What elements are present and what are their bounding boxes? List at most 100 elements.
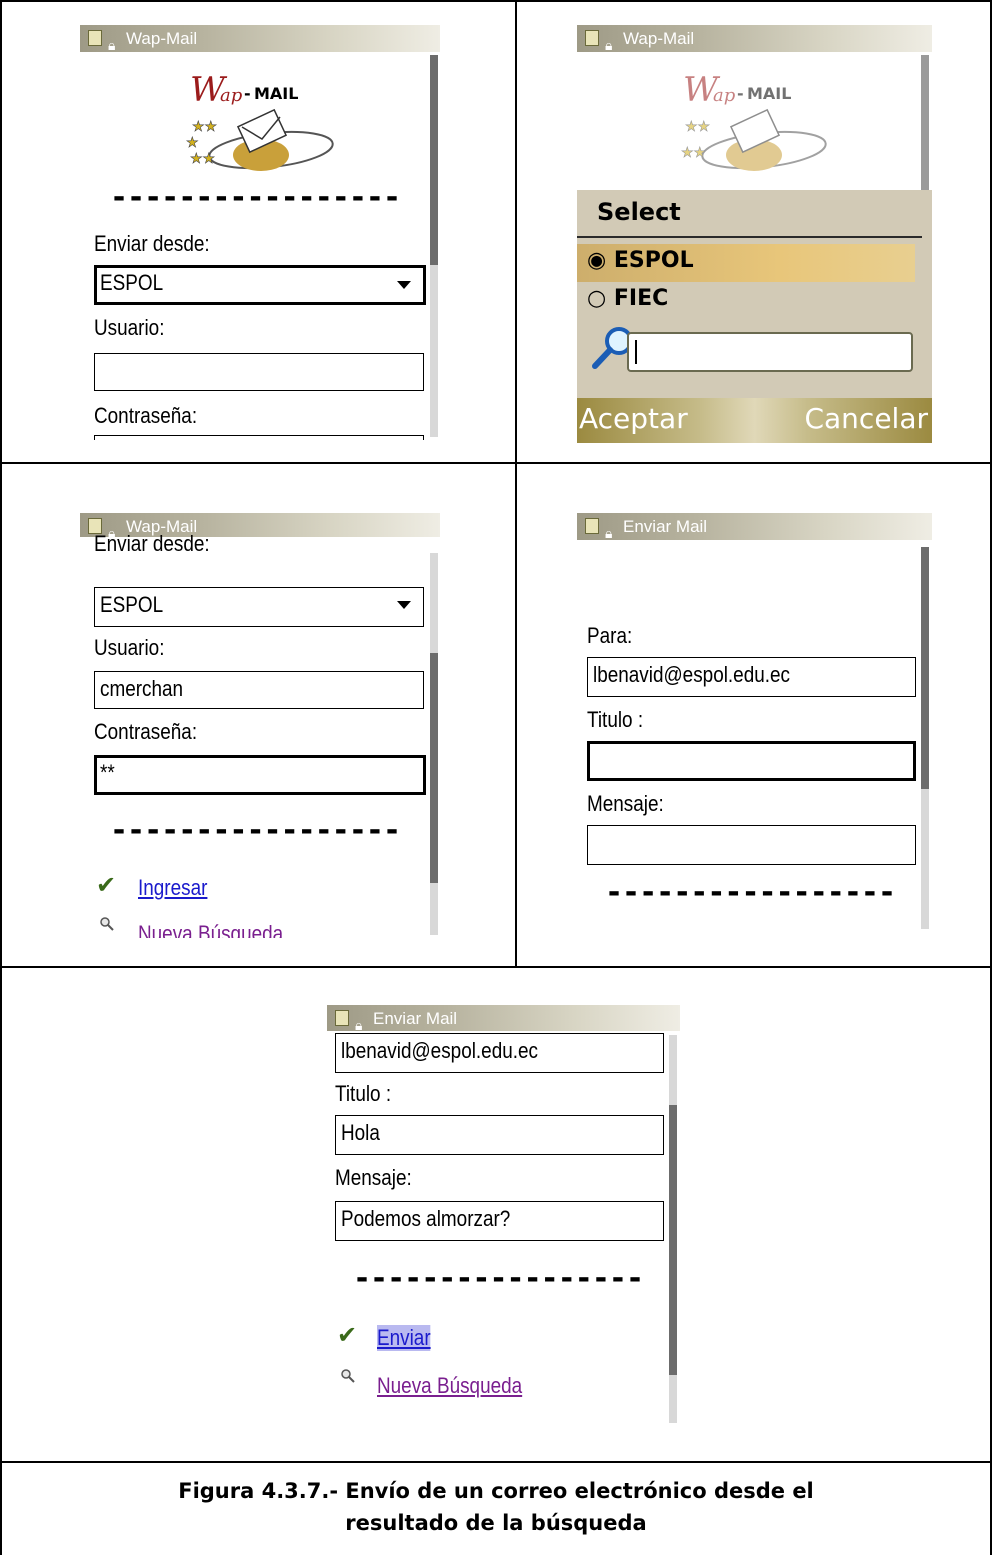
scrollbar[interactable]	[921, 547, 929, 929]
svg-text:-: -	[737, 84, 744, 103]
subject-input[interactable]	[587, 741, 916, 781]
app-icon	[88, 30, 102, 46]
radio-selected-icon: ◉	[587, 248, 607, 273]
message-value: Podemos almorzar?	[341, 1206, 511, 1231]
password-value: **	[100, 760, 115, 785]
scrollbar-thumb[interactable]	[669, 1105, 677, 1375]
window-title: Wap-Mail	[126, 29, 198, 48]
title-bar: 🔒︎ Enviar Mail	[577, 513, 932, 541]
user-input[interactable]: cmerchan	[94, 671, 424, 709]
send-link[interactable]: Enviar	[377, 1325, 431, 1351]
to-value: lbenavid@espol.edu.ec	[341, 1038, 538, 1063]
message-label: Mensaje:	[587, 791, 664, 816]
svg-text:ap: ap	[713, 85, 736, 106]
password-input[interactable]: **	[94, 755, 426, 795]
check-icon: ✔	[96, 871, 117, 899]
scrollbar-thumb[interactable]	[430, 55, 438, 265]
table-row-divider	[0, 966, 992, 968]
svg-text:MAIL: MAIL	[747, 84, 791, 103]
user-value: cmerchan	[100, 676, 184, 701]
separator-dashes: -----------------	[110, 180, 401, 215]
title-bar: 🔒︎ Enviar Mail	[327, 1005, 680, 1033]
app-icon	[585, 30, 599, 46]
send-from-select[interactable]: ESPOL	[94, 265, 426, 305]
title-bar: 🔒︎ Wap-Mail	[80, 25, 440, 53]
send-from-value: ESPOL	[100, 592, 164, 617]
user-label: Usuario:	[94, 315, 165, 340]
subject-input[interactable]: Hola	[335, 1115, 664, 1155]
table-border-top	[0, 0, 992, 2]
password-input-partial[interactable]	[94, 435, 424, 440]
lock-icon: 🔒︎	[605, 525, 613, 541]
send-from-label: Enviar desde:	[94, 531, 210, 556]
to-label: Para:	[587, 623, 633, 648]
window-title: Wap-Mail	[623, 29, 695, 48]
table-row-divider	[0, 462, 992, 464]
scrollbar-thumb[interactable]	[921, 55, 929, 195]
scrollbar-thumb[interactable]	[921, 547, 929, 789]
login-link[interactable]: Ingresar	[138, 875, 207, 901]
scrollbar[interactable]	[430, 55, 438, 437]
scrollbar[interactable]	[921, 55, 929, 195]
user-input[interactable]	[94, 353, 424, 391]
check-icon: ✔	[337, 1321, 358, 1349]
select-dialog: Select ◉ ESPOL ○ FIEC	[577, 190, 932, 398]
title-bar: 🔒︎ Wap-Mail	[577, 25, 932, 53]
option-espol[interactable]: ◉ ESPOL	[587, 248, 694, 273]
svg-text:★★: ★★	[685, 119, 710, 135]
message-input[interactable]	[587, 825, 916, 865]
scrollbar-thumb[interactable]	[430, 653, 438, 883]
subject-label: Titulo :	[587, 707, 644, 732]
separator-dashes: -----------------	[110, 813, 401, 848]
subject-value: Hola	[341, 1120, 380, 1145]
app-icon	[585, 518, 599, 534]
subject-label: Titulo :	[335, 1081, 392, 1106]
softkey-cancel[interactable]: Cancelar	[804, 402, 928, 435]
scrollbar[interactable]	[669, 1035, 677, 1423]
svg-text:★★: ★★	[681, 145, 706, 161]
app-icon	[335, 1010, 349, 1026]
phone-screen-select: 🔒︎ Wap-Mail W ap - MAIL ★★ ★★ Select ◉ E…	[577, 25, 932, 443]
to-input[interactable]: lbenavid@espol.edu.ec	[587, 657, 916, 697]
phone-screen-login-filled: 🔒︎ Wap-Mail Enviar desde: ESPOL Usuario:…	[80, 513, 440, 938]
phone-screen-login: 🔒︎ Wap-Mail W ap - MAIL ★★ ★ ★★ --------…	[80, 25, 440, 440]
select-dialog-title: Select	[597, 198, 681, 226]
scrollbar[interactable]	[430, 553, 438, 935]
password-label: Contraseña:	[94, 403, 198, 428]
chevron-down-icon	[397, 601, 411, 609]
send-from-value: ESPOL	[100, 270, 164, 295]
send-from-select[interactable]: ESPOL	[94, 587, 424, 627]
svg-text:★: ★	[186, 135, 199, 151]
phone-screen-compose: 🔒︎ Enviar Mail Para: lbenavid@espol.edu.…	[577, 513, 932, 931]
radio-unselected-icon: ○	[587, 286, 607, 311]
separator-dashes: -----------------	[605, 875, 896, 910]
magnifier-icon	[341, 1369, 355, 1383]
svg-text:★★: ★★	[192, 119, 217, 135]
lock-icon: 🔒︎	[605, 37, 613, 53]
new-search-link[interactable]: Nueva Búsqueda	[377, 1373, 522, 1399]
figure-caption-line1: Figura 4.3.7.- Envío de un correo electr…	[178, 1479, 814, 1503]
separator-dashes: -----------------	[353, 1261, 644, 1296]
wapmail-logo: W ap - MAIL ★★ ★★	[681, 70, 827, 171]
window-title: Enviar Mail	[623, 517, 708, 536]
svg-text:★★: ★★	[190, 151, 215, 167]
svg-text:-: -	[244, 84, 251, 103]
table-row-divider	[0, 1461, 992, 1463]
text-caret	[635, 340, 637, 364]
table-border-left	[0, 0, 2, 1555]
new-search-link[interactable]: Nueva Búsqueda	[138, 921, 283, 938]
table-column-divider	[515, 0, 517, 966]
send-from-label: Enviar desde:	[94, 231, 210, 256]
to-input[interactable]: lbenavid@espol.edu.ec	[335, 1033, 664, 1073]
figure-caption-line2: resultado de la búsqueda	[345, 1511, 647, 1535]
document-page: { "screens": { "login1": { "title": "Wap…	[0, 0, 992, 1555]
softkey-accept[interactable]: Aceptar	[579, 402, 688, 435]
softkey-bar: Aceptar Cancelar	[577, 398, 932, 443]
chevron-down-icon	[397, 281, 411, 289]
to-value: lbenavid@espol.edu.ec	[593, 662, 790, 687]
option-fiec[interactable]: ○ FIEC	[587, 286, 668, 311]
message-input[interactable]: Podemos almorzar?	[335, 1201, 664, 1241]
search-input[interactable]	[627, 332, 913, 372]
lock-icon: 🔒︎	[108, 37, 116, 53]
password-label: Contraseña:	[94, 719, 198, 744]
